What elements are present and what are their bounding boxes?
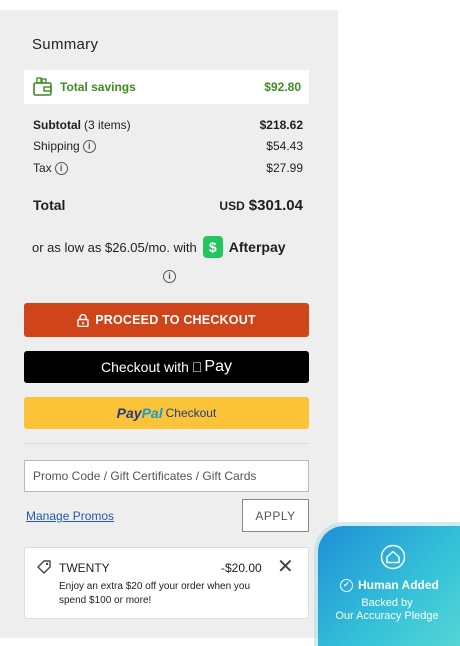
coupon-amount: -$20.00 <box>221 561 262 575</box>
subtotal-value: $218.62 <box>259 118 303 132</box>
apple-pay-button[interactable]: Checkout with  Pay <box>24 351 309 383</box>
afterpay-info-icon[interactable]: i <box>163 270 176 283</box>
paypal-checkout-label: Checkout <box>165 406 217 420</box>
apple-pay-label: Pay <box>199 358 232 375</box>
total-label: Total <box>33 197 66 213</box>
total-savings-row: Total savings $92.80 <box>24 70 309 104</box>
summary-title: Summary <box>32 36 99 53</box>
shipping-row: Shipping i $54.43 <box>33 139 303 153</box>
afterpay-brand: Afterpay <box>228 239 286 255</box>
paypal-button[interactable]: Pay Pal Checkout <box>24 397 309 429</box>
house-icon <box>380 544 406 570</box>
coupon-code: TWENTY <box>59 561 110 575</box>
check-icon: ✓ <box>340 578 353 592</box>
afterpay-text: or as low as $26.05/mo. with <box>32 239 197 255</box>
pledge-title: Human Added <box>358 578 439 592</box>
pledge-subtitle: Backed by Our Accuracy Pledge <box>318 597 460 623</box>
pledge-line1: Backed by <box>361 597 413 609</box>
remove-coupon-close-icon[interactable]: ✕ <box>277 557 294 577</box>
promo-code-input[interactable] <box>24 460 309 492</box>
subtotal-count: (3 items) <box>84 118 131 132</box>
applied-coupon-card: TWENTY -$20.00 ✕ Enjoy an extra $20 off … <box>24 547 309 619</box>
paypal-logo-pay: Pay <box>116 405 142 421</box>
coupon-description: Enjoy an extra $20 off your order when y… <box>59 581 251 606</box>
tax-row: Tax i $27.99 <box>33 161 303 175</box>
total-currency: USD <box>219 199 245 213</box>
paypal-logo-pal: Pal <box>141 405 163 421</box>
lock-icon <box>77 313 89 327</box>
divider <box>24 443 309 444</box>
tag-icon <box>37 560 51 574</box>
subtotal-row: Subtotal (3 items) $218.62 <box>33 118 303 132</box>
total-row: Total USD $301.04 <box>33 197 303 214</box>
pledge-title-row: ✓ Human Added <box>340 578 439 592</box>
total-value: $301.04 <box>248 197 303 214</box>
shipping-info-icon[interactable]: i <box>82 139 96 153</box>
afterpay-dollar-icon: $ <box>202 236 223 258</box>
proceed-to-checkout-button[interactable]: PROCEED TO CHECKOUT <box>24 303 309 337</box>
wallet-icon <box>33 77 52 96</box>
checkout-button-label: PROCEED TO CHECKOUT <box>95 313 256 327</box>
pledge-line2: Our Accuracy Pledge <box>335 610 439 622</box>
shipping-label: Shipping <box>33 139 80 153</box>
manage-promos-link[interactable]: Manage Promos <box>26 509 114 523</box>
apple-logo-icon:  <box>192 359 203 375</box>
total-savings-label: Total savings <box>60 80 136 94</box>
shipping-value: $54.43 <box>266 139 303 153</box>
subtotal-label: Subtotal <box>33 118 81 132</box>
total-savings-value: $92.80 <box>264 80 301 94</box>
tax-value: $27.99 <box>266 161 303 175</box>
afterpay-message: or as low as $26.05/mo. with $ Afterpay <box>32 236 307 258</box>
apply-button[interactable]: APPLY <box>242 499 309 532</box>
accuracy-pledge-badge[interactable]: ✓ Human Added Backed by Our Accuracy Ple… <box>318 526 460 646</box>
tax-info-icon[interactable]: i <box>54 161 68 175</box>
tax-label: Tax <box>33 161 52 175</box>
apple-pay-prefix: Checkout with <box>100 359 189 375</box>
